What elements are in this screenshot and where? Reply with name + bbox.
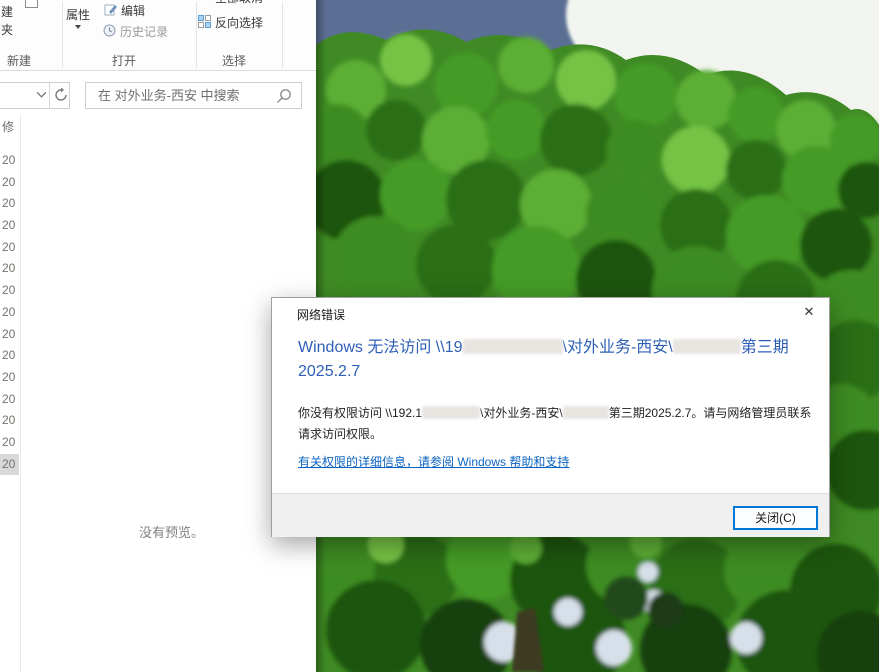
- history-label: 历史记录: [120, 25, 169, 39]
- list-item[interactable]: 20: [0, 389, 19, 411]
- select-none-button[interactable]: 全部取消: [198, 0, 263, 6]
- edit-label: 编辑: [121, 4, 146, 18]
- list-item[interactable]: 20: [0, 432, 19, 454]
- invert-selection-button[interactable]: 反向选择: [198, 14, 263, 31]
- column-header-date-modified[interactable]: 修: [2, 118, 20, 135]
- preview-empty-message: 没有预览。: [139, 525, 205, 540]
- ribbon-separator: [196, 2, 197, 68]
- new-folder-label-2: 夹: [1, 23, 14, 37]
- group-label-open: 打开: [112, 54, 137, 68]
- pencil-icon: [104, 4, 117, 16]
- list-item-selected[interactable]: 20: [0, 453, 19, 476]
- group-label-new: 新建: [7, 54, 32, 68]
- list-item[interactable]: 20: [0, 410, 19, 432]
- list-item[interactable]: 20: [0, 280, 19, 302]
- list-item[interactable]: 20: [0, 258, 19, 280]
- body-text-post: 第三期2025.2.7。请与网络管理员联系: [608, 406, 812, 420]
- new-folder-button-2[interactable]: 夹: [1, 21, 13, 38]
- body-text-pre: 你没有权限访问 \\192.1: [298, 406, 423, 420]
- search-placeholder: 在 对外业务-西安 中搜索: [98, 88, 240, 103]
- heading-text-mid: \对外业务-西安\: [562, 339, 673, 356]
- new-folder-label-1: 建: [1, 5, 14, 19]
- invert-selection-label: 反向选择: [215, 16, 264, 30]
- redacted-name: [562, 406, 609, 419]
- ribbon-separator: [62, 2, 63, 68]
- properties-button[interactable]: 属性: [66, 6, 90, 23]
- group-label-select: 选择: [222, 54, 247, 68]
- new-folder-button[interactable]: 建: [1, 3, 13, 20]
- dialog-heading: Windows 无法访问 \\19 \对外业务-西安\ 第三期 2025.2.7: [298, 336, 803, 384]
- list-item[interactable]: 20: [0, 193, 19, 215]
- address-divider: [49, 83, 50, 108]
- heading-text-post: 第三期: [740, 339, 789, 356]
- search-input[interactable]: 在 对外业务-西安 中搜索: [85, 82, 302, 109]
- dialog-body: 你没有权限访问 \\192.1 \对外业务-西安\ 第三期2025.2.7。请与网络…: [298, 403, 814, 445]
- network-error-dialog: 网络错误 ✕ Windows 无法访问 \\19 \对外业务-西安\ 第三期 202…: [271, 297, 830, 537]
- screen: 建 夹 新建 属性 编辑 历史记录 打开 反向选择 选择 在 对外业务-西安 中…: [0, 0, 879, 672]
- edit-button[interactable]: 编辑: [104, 2, 145, 19]
- body-text-mid: \对外业务-西安\: [480, 406, 563, 420]
- list-item[interactable]: 20: [0, 367, 19, 389]
- chevron-down-icon[interactable]: [75, 25, 81, 29]
- list-item[interactable]: 20: [0, 172, 19, 194]
- heading-text-pre: Windows 无法访问 \\19: [298, 339, 463, 356]
- redacted-ip: [462, 339, 563, 354]
- search-icon[interactable]: [276, 88, 292, 104]
- close-button[interactable]: 关闭(C): [733, 506, 818, 530]
- refresh-icon[interactable]: [53, 87, 69, 103]
- redacted-ip: [422, 406, 481, 419]
- list-item[interactable]: 20: [0, 324, 19, 346]
- body-text-line2: 请求访问权限。: [298, 427, 383, 441]
- list-item[interactable]: 20: [0, 150, 19, 172]
- dialog-footer: 关闭(C): [272, 493, 829, 537]
- select-none-icon: [198, 0, 211, 3]
- explorer-toolbar: 在 对外业务-西安 中搜索: [0, 72, 316, 115]
- explorer-ribbon: 建 夹 新建 属性 编辑 历史记录 打开 反向选择 选择: [0, 0, 316, 71]
- file-explorer-window: 建 夹 新建 属性 编辑 历史记录 打开 反向选择 选择 在 对外业务-西安 中…: [0, 0, 316, 672]
- history-button[interactable]: 历史记录: [103, 23, 168, 40]
- pane-divider[interactable]: [20, 115, 21, 672]
- properties-label: 属性: [66, 8, 91, 22]
- dialog-title: 网络错误: [297, 308, 346, 322]
- heading-text-line2: 2025.2.7: [298, 363, 361, 380]
- list-item[interactable]: 20: [0, 237, 19, 259]
- ribbon-separator: [282, 2, 283, 68]
- help-link[interactable]: 有关权限的详细信息，请参阅 Windows 帮助和支持: [298, 453, 569, 470]
- file-list: 20 20 20 20 20 20 20 20 20 20 20 20 20 2…: [0, 150, 19, 476]
- list-item[interactable]: 20: [0, 345, 19, 367]
- list-item[interactable]: 20: [0, 215, 19, 237]
- close-icon[interactable]: ✕: [795, 300, 823, 324]
- list-item[interactable]: 20: [0, 302, 19, 324]
- history-clock-icon: [103, 24, 116, 37]
- redacted-name: [672, 339, 741, 354]
- select-none-label: 全部取消: [215, 0, 263, 5]
- address-dropdown-icon[interactable]: [37, 92, 46, 98]
- invert-selection-icon: [198, 14, 211, 28]
- item-checkbox-icon[interactable]: [25, 0, 38, 8]
